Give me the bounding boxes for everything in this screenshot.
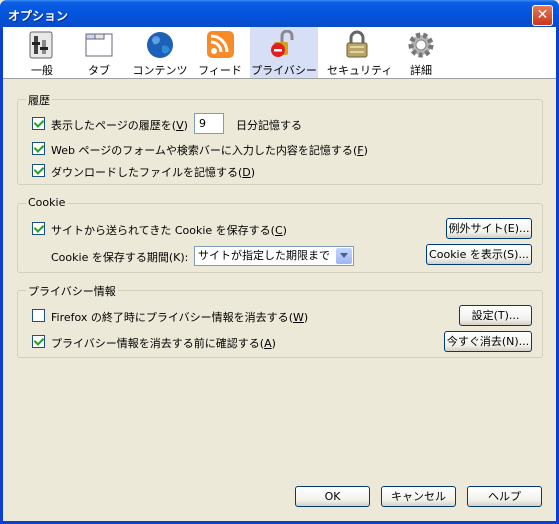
- keep-cookies-select[interactable]: サイトが指定した期限まで: [194, 246, 354, 266]
- ok-button[interactable]: OK: [295, 486, 370, 507]
- keep-cookies-label: Cookie を保存する期間(K):: [51, 251, 189, 264]
- tab-feeds[interactable]: フィード: [196, 27, 244, 78]
- tab-tabs-label: タブ: [88, 64, 110, 77]
- privacy-lock-icon: [271, 30, 294, 57]
- tab-content-label: コンテンツ: [132, 64, 188, 77]
- tab-content[interactable]: コンテンツ: [131, 27, 189, 78]
- cookie-group-title: Cookie: [26, 196, 68, 209]
- tab-advanced[interactable]: 詳細: [401, 27, 441, 78]
- tab-general-label: 一般: [31, 64, 53, 77]
- advanced-gear-icon: [408, 32, 434, 58]
- private-data-settings-button[interactable]: 設定(T)...: [459, 305, 532, 326]
- help-button[interactable]: ヘルプ: [467, 486, 542, 507]
- remember-downloads-label: ダウンロードしたファイルを記憶する(D): [51, 166, 256, 179]
- remember-history-checkbox[interactable]: [32, 117, 45, 130]
- cancel-button[interactable]: キャンセル: [381, 486, 456, 507]
- cookie-group: Cookie サイトから送られてきた Cookie を保存する(C) 例外サイト…: [17, 196, 543, 273]
- history-days-suffix: 日分記憶する: [236, 119, 302, 132]
- tabs-icon: [85, 33, 113, 57]
- ask-before-clear-label: プライバシー情報を消去する前に確認する(A): [51, 337, 276, 350]
- title-bar[interactable]: オプション ✕: [0, 0, 559, 30]
- tab-feeds-label: フィード: [198, 64, 242, 77]
- tab-tabs[interactable]: タブ: [79, 27, 119, 78]
- private-data-group-title: プライバシー情報: [26, 283, 118, 299]
- accept-cookies-checkbox[interactable]: [32, 222, 45, 235]
- private-data-group: プライバシー情報 Firefox の終了時にプライバシー情報を消去する(W) 設…: [17, 283, 543, 358]
- general-icon: [29, 31, 53, 59]
- clear-now-button[interactable]: 今すぐ消去(N)...: [444, 331, 532, 352]
- remember-downloads-checkbox[interactable]: [32, 164, 45, 177]
- content-globe-icon: [147, 32, 173, 58]
- clear-on-exit-label: Firefox の終了時にプライバシー情報を消去する(W): [51, 311, 309, 324]
- remember-forms-label: Web ページのフォームや検索バーに入力した内容を記憶する(F): [51, 144, 368, 157]
- chevron-down-icon[interactable]: [336, 248, 352, 264]
- tab-advanced-label: 詳細: [410, 64, 432, 77]
- history-days-input[interactable]: 9: [194, 113, 224, 134]
- tab-security-label: セキュリティ: [327, 64, 393, 77]
- tab-general[interactable]: 一般: [22, 27, 62, 78]
- feed-icon: [207, 31, 234, 58]
- remember-forms-checkbox[interactable]: [32, 142, 45, 155]
- security-padlock-icon: [346, 30, 368, 58]
- tab-security[interactable]: セキュリティ: [327, 27, 393, 78]
- cookie-exceptions-button[interactable]: 例外サイト(E)...: [446, 218, 532, 239]
- window-title: オプション: [8, 9, 69, 23]
- history-group-title: 履歴: [26, 92, 52, 108]
- tab-privacy[interactable]: プライバシー: [250, 27, 318, 78]
- keep-cookies-value: サイトが指定した期限まで: [198, 249, 330, 262]
- accept-cookies-label: サイトから送られてきた Cookie を保存する(C): [51, 224, 287, 237]
- tab-privacy-label: プライバシー: [251, 64, 317, 77]
- ask-before-clear-checkbox[interactable]: [32, 335, 45, 348]
- show-cookies-button[interactable]: Cookie を表示(S)...: [426, 244, 532, 265]
- clear-on-exit-checkbox[interactable]: [32, 309, 45, 322]
- options-dialog: オプション ✕ 一般 タブ コンテンツ フィード プライバシー セキュリティ 詳…: [0, 0, 559, 524]
- close-button[interactable]: ✕: [532, 5, 553, 26]
- history-group: 履歴 表示したページの履歴を(V) 9 日分記憶する Web ページのフォームや…: [17, 92, 543, 185]
- remember-history-label: 表示したページの履歴を(V): [51, 119, 188, 132]
- pane-selector-toolbar: 一般 タブ コンテンツ フィード プライバシー セキュリティ 詳細: [3, 27, 556, 79]
